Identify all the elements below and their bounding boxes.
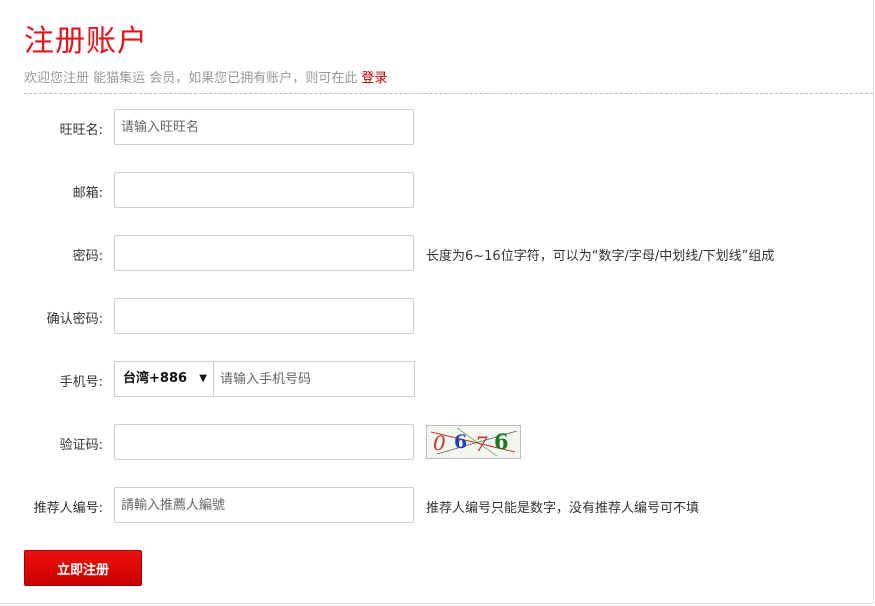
referrer-input[interactable] (114, 487, 414, 523)
confirm-password-input[interactable] (114, 298, 414, 334)
row-confirm-password: 确认密码: (0, 298, 875, 336)
wangwang-label: 旺旺名: (59, 123, 103, 138)
captcha-graphic: 0 6 7 6 (430, 427, 518, 457)
row-referrer: 推荐人编号: 推荐人编号只能是数字，没有推荐人编号可不填 (0, 487, 875, 525)
divider (24, 93, 873, 94)
welcome-message: 欢迎您注册 能猫集运 会员，如果您已拥有账户，则可在此 (24, 71, 358, 86)
captcha-char-3: 7 (475, 432, 488, 456)
row-captcha: 验证码: 0 6 7 6 (0, 424, 875, 462)
phone-input[interactable] (214, 361, 415, 397)
email-label: 邮箱: (72, 186, 103, 201)
row-password: 密码: 长度为6~16位字符，可以为“数字/字母/中划线/下划线”组成 (0, 235, 875, 273)
login-link[interactable]: 登录 (361, 71, 387, 86)
captcha-char-2: 6 (454, 431, 467, 453)
captcha-label: 验证码: (59, 438, 103, 453)
confirm-password-label: 确认密码: (46, 312, 103, 327)
country-code-select[interactable]: 台湾+886 ▼ (114, 361, 214, 397)
captcha-image[interactable]: 0 6 7 6 (426, 425, 521, 459)
row-email: 邮箱: (0, 172, 875, 210)
referrer-hint: 推荐人编号只能是数字，没有推荐人编号可不填 (426, 501, 700, 516)
wangwang-input[interactable] (114, 109, 414, 145)
page-title: 注册账户 (24, 24, 148, 59)
row-phone: 手机号: 台湾+886 ▼ (0, 361, 875, 399)
referrer-label: 推荐人编号: (33, 501, 103, 516)
password-label: 密码: (72, 249, 103, 264)
password-hint: 长度为6~16位字符，可以为“数字/字母/中划线/下划线”组成 (426, 249, 775, 264)
captcha-input[interactable] (114, 424, 414, 460)
country-code-value: 台湾+886 (123, 371, 188, 386)
register-button[interactable]: 立即注册 (24, 550, 142, 586)
password-input[interactable] (114, 235, 414, 271)
captcha-char-1: 0 (433, 431, 446, 455)
email-input[interactable] (114, 172, 414, 208)
captcha-char-4: 6 (494, 429, 509, 454)
phone-label: 手机号: (59, 375, 103, 390)
row-wangwang: 旺旺名: (0, 109, 875, 147)
welcome-text: 欢迎您注册 能猫集运 会员，如果您已拥有账户，则可在此 登录 (24, 67, 387, 86)
dropdown-caret-icon: ▼ (199, 373, 207, 384)
